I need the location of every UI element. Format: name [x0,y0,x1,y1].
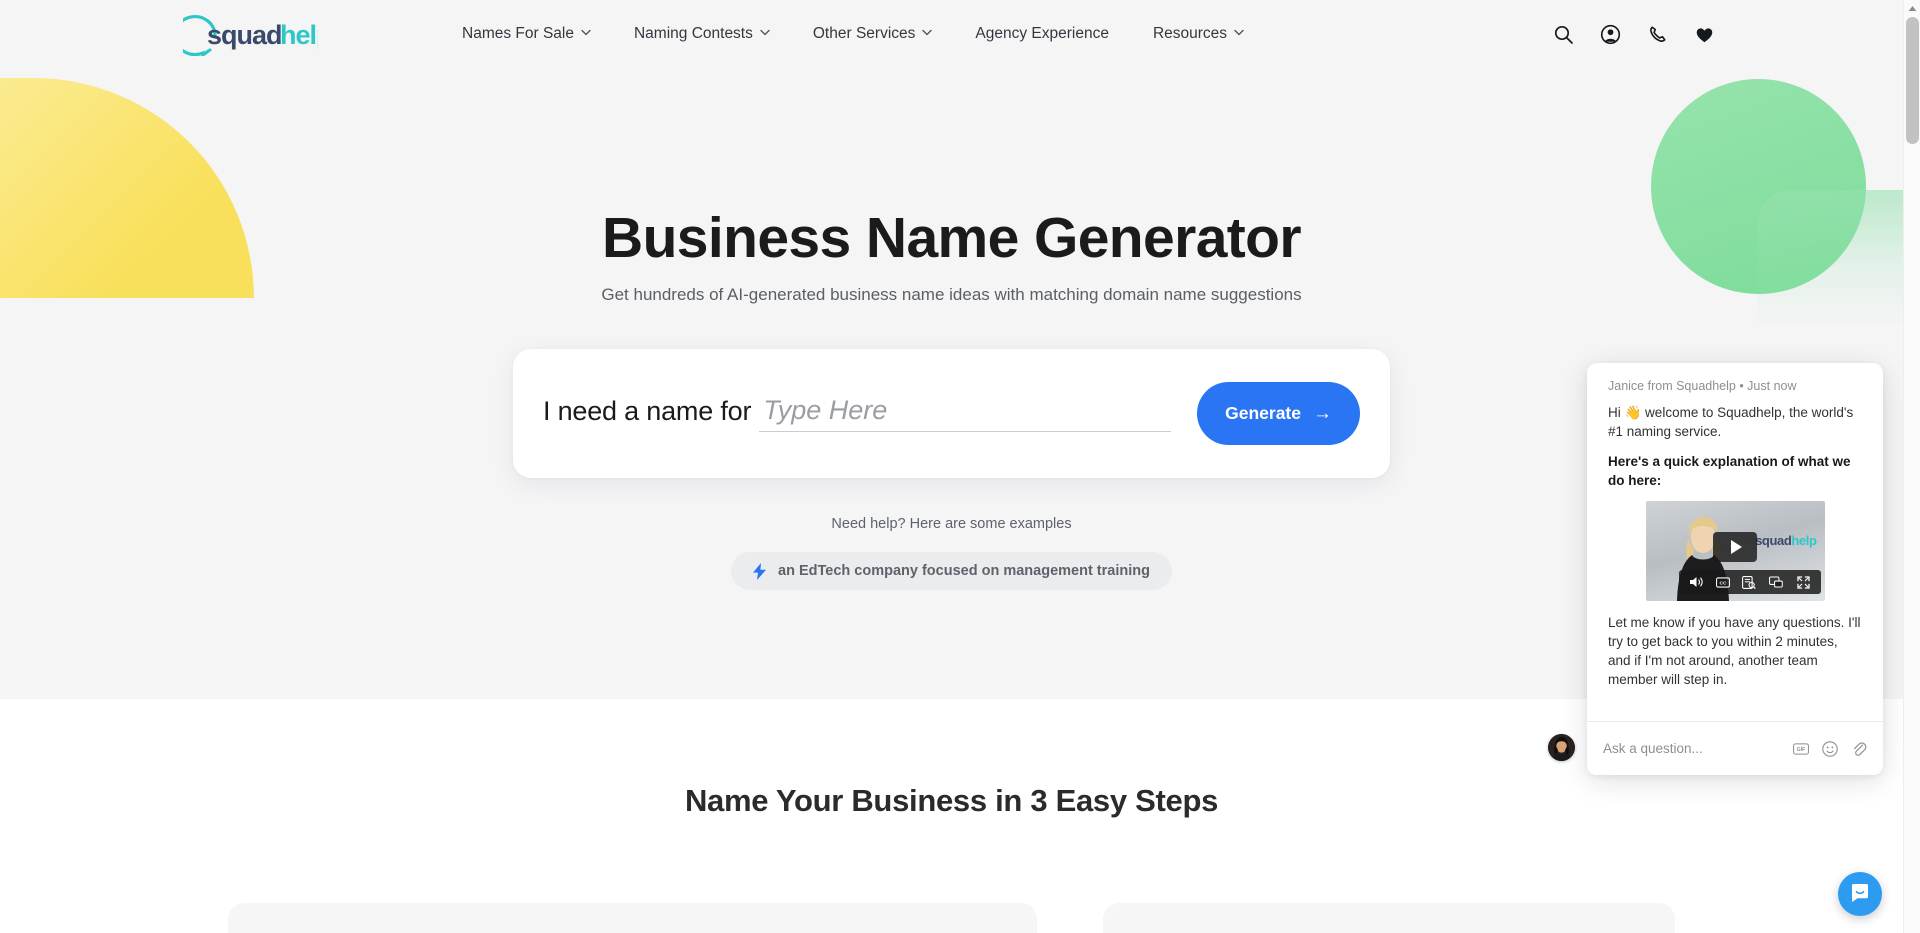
steps-section-title: Name Your Business in 3 Easy Steps [684,783,1219,818]
svg-text:help: help [280,20,318,50]
nav-item-resources[interactable]: Resources [1131,0,1265,68]
video-squadhelp-logo: squadhelp [1755,533,1817,548]
transcript-icon[interactable] [1742,575,1757,589]
fullscreen-icon[interactable] [1796,575,1810,589]
play-triangle-icon [1730,540,1742,554]
business-description-input[interactable] [759,395,1172,432]
search-prefix-label: I need a name for [543,396,752,426]
chat-widget-panel: Janice from Squadhelp • Just now Hi 👋 we… [1587,363,1883,775]
page-root: squad help Names For Sale Naming Contest… [0,0,1920,933]
svg-text:CC: CC [1719,580,1726,586]
emoji-icon[interactable] [1822,740,1838,757]
svg-text:squad: squad [207,20,282,50]
name-generator-card: I need a name for Generate → [513,349,1390,478]
chevron-down-icon [760,29,770,38]
site-header: squad help Names For Sale Naming Contest… [0,0,1903,68]
phone-icon[interactable] [1646,23,1668,45]
attachment-icon[interactable] [1851,741,1867,757]
video-play-button[interactable] [1713,532,1757,562]
chat-launcher-button[interactable] [1838,872,1882,916]
example-prompt-label: an EdTech company focused on management … [778,563,1150,579]
closed-captions-icon[interactable]: CC [1715,575,1730,589]
scrollbar-thumb[interactable] [1906,17,1919,144]
chat-composer: GIF [1587,721,1883,775]
gif-icon[interactable]: GIF [1793,741,1809,757]
search-inner: I need a name for [543,395,1172,432]
chat-message-greeting: Hi 👋 welcome to Squadhelp, the world's #… [1608,405,1854,439]
chat-sender-meta: Janice from Squadhelp • Just now [1608,379,1797,393]
squadhelp-logo[interactable]: squad help [183,14,318,56]
chat-message-explanation-heading: Here's a quick explanation of what we do… [1608,454,1851,488]
nav-item-other-services[interactable]: Other Services [791,0,954,68]
nav-label: Other Services [812,25,916,42]
header-icon-group [1552,0,1715,68]
account-icon[interactable] [1599,23,1621,45]
chat-message-list: Janice from Squadhelp • Just now Hi 👋 we… [1587,363,1883,689]
nav-label: Resources [1152,25,1228,42]
video-logo-part1: squad [1755,533,1792,548]
chat-composer-icons: GIF [1793,740,1867,757]
generate-button-label: Generate [1225,403,1301,423]
step-card [228,903,1037,933]
nav-label: Names For Sale [462,25,574,42]
step-card [1103,903,1675,933]
search-icon[interactable] [1552,23,1574,45]
page-title: Business Name Generator [602,206,1302,270]
picture-in-picture-icon[interactable] [1769,575,1784,589]
nav-item-naming-contests[interactable]: Naming Contests [612,0,791,68]
video-control-bar: CC [1678,570,1821,594]
nav-item-names-for-sale[interactable]: Names For Sale [440,0,612,68]
main-navigation: Names For Sale Naming Contests Other Ser… [440,0,1265,68]
favorites-heart-icon[interactable] [1693,23,1715,45]
video-logo-part2: help [1791,533,1817,548]
browser-scrollbar[interactable] [1903,0,1920,933]
chevron-down-icon [581,29,591,38]
nav-label: Naming Contests [633,25,753,42]
nav-item-agency-experience[interactable]: Agency Experience [953,0,1131,68]
chat-video-thumbnail[interactable]: squadhelp CC [1645,501,1825,601]
chevron-down-icon [922,29,933,38]
chat-message-input[interactable] [1603,741,1793,756]
volume-icon[interactable] [1689,575,1703,589]
arrow-right-icon: → [1313,403,1332,424]
svg-text:GIF: GIF [1797,747,1807,753]
lightning-bolt-icon [753,562,767,580]
chat-agent-avatar [1548,734,1575,761]
example-prompt-chip[interactable]: an EdTech company focused on management … [731,552,1172,590]
generate-button[interactable]: Generate → [1197,382,1360,445]
scrollbar-up-arrow-icon[interactable] [1904,0,1920,17]
chat-message-closing: Let me know if you have any questions. I… [1608,615,1861,687]
chat-bubble-smile-icon [1849,882,1871,907]
page-subtitle: Get hundreds of AI-generated business na… [601,285,1302,304]
chevron-down-icon [1234,29,1244,38]
nav-label: Agency Experience [975,25,1109,42]
